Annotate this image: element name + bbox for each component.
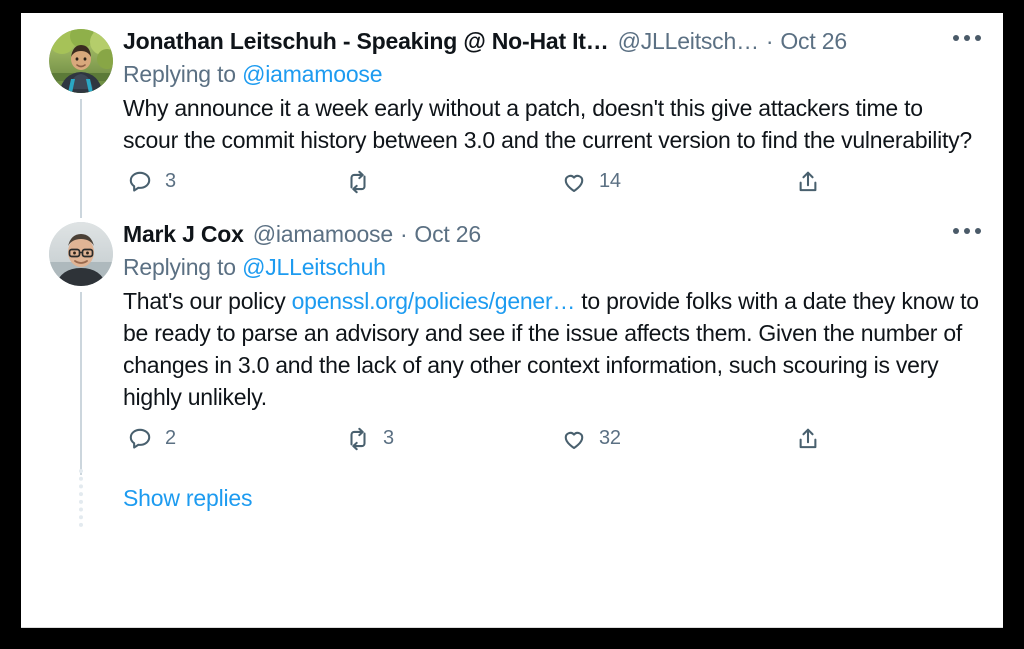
retweet-icon <box>345 169 371 195</box>
more-horizontal-icon[interactable] <box>933 228 981 234</box>
share-upload-icon <box>795 426 821 452</box>
more-horizontal-icon[interactable] <box>933 35 981 41</box>
tweet-gutter <box>39 216 123 473</box>
like-count: 14 <box>599 170 621 193</box>
thread-connector-line <box>80 292 82 475</box>
bottom-divider <box>21 627 1003 628</box>
author-display-name[interactable]: Mark J Cox <box>123 220 244 249</box>
avatar[interactable] <box>49 222 113 286</box>
reply-count: 2 <box>165 427 176 450</box>
reply-action[interactable]: 3 <box>127 164 176 200</box>
reply-action[interactable]: 2 <box>127 421 176 457</box>
thread-dotted-line <box>79 469 83 527</box>
like-count: 32 <box>599 427 621 450</box>
tweet-actions: 3 <box>123 164 981 216</box>
tweet-link[interactable]: openssl.org/policies/gener… <box>292 288 575 314</box>
tweet-body: Jonathan Leitschuh - Speaking @ No-Hat I… <box>123 23 985 216</box>
tweet-item[interactable]: Jonathan Leitschuh - Speaking @ No-Hat I… <box>21 13 1003 216</box>
tweet-date[interactable]: Oct 26 <box>414 220 481 249</box>
replying-to-line: Replying to @JLLeitschuh <box>123 254 981 281</box>
twitter-thread-card: Jonathan Leitschuh - Speaking @ No-Hat I… <box>21 13 1003 628</box>
thread-connector-line <box>80 99 82 218</box>
reply-bubble-icon <box>127 426 153 452</box>
author-display-name[interactable]: Jonathan Leitschuh - Speaking @ No-Hat I… <box>123 27 609 56</box>
heart-icon <box>561 169 587 195</box>
avatar[interactable] <box>49 29 113 93</box>
reply-bubble-icon <box>127 169 153 195</box>
tweet-text-segment: Why announce it a week early without a p… <box>123 95 972 153</box>
like-action[interactable]: 32 <box>561 421 621 457</box>
header-separator: · <box>400 220 407 249</box>
share-upload-icon <box>795 169 821 195</box>
tweet-header: Mark J Cox @iamamoose · Oct 26 <box>123 220 981 249</box>
replying-to-label: Replying to <box>123 254 236 280</box>
screenshot-frame: Jonathan Leitschuh - Speaking @ No-Hat I… <box>0 0 1024 649</box>
reply-count: 3 <box>165 170 176 193</box>
tweet-text-segment: That's our policy <box>123 288 292 314</box>
replying-to-line: Replying to @iamamoose <box>123 61 981 88</box>
show-replies-gutter <box>39 473 123 512</box>
author-handle[interactable]: @JLLeitsch… <box>618 27 759 56</box>
retweet-action[interactable]: 3 <box>345 421 394 457</box>
share-action[interactable] <box>795 164 833 200</box>
replying-to-label: Replying to <box>123 61 236 87</box>
tweet-header: Jonathan Leitschuh - Speaking @ No-Hat I… <box>123 27 981 56</box>
retweet-icon <box>345 426 371 452</box>
retweet-count: 3 <box>383 427 394 450</box>
tweet-gutter <box>39 23 123 216</box>
share-action[interactable] <box>795 421 833 457</box>
retweet-action[interactable] <box>345 164 383 200</box>
header-separator: · <box>766 27 773 56</box>
show-replies-row[interactable]: Show replies <box>21 473 1003 512</box>
tweet-body: Mark J Cox @iamamoose · Oct 26 Replying … <box>123 216 985 473</box>
replying-to-handle[interactable]: @iamamoose <box>242 61 382 87</box>
show-replies-link[interactable]: Show replies <box>123 473 252 512</box>
tweet-text: That's our policy openssl.org/policies/g… <box>123 285 981 413</box>
tweet-actions: 2 3 <box>123 421 981 473</box>
author-handle[interactable]: @iamamoose <box>253 220 393 249</box>
like-action[interactable]: 14 <box>561 164 621 200</box>
tweet-text: Why announce it a week early without a p… <box>123 92 981 156</box>
tweet-date[interactable]: Oct 26 <box>780 27 847 56</box>
heart-icon <box>561 426 587 452</box>
tweet-item[interactable]: Mark J Cox @iamamoose · Oct 26 Replying … <box>21 216 1003 473</box>
replying-to-handle[interactable]: @JLLeitschuh <box>242 254 386 280</box>
